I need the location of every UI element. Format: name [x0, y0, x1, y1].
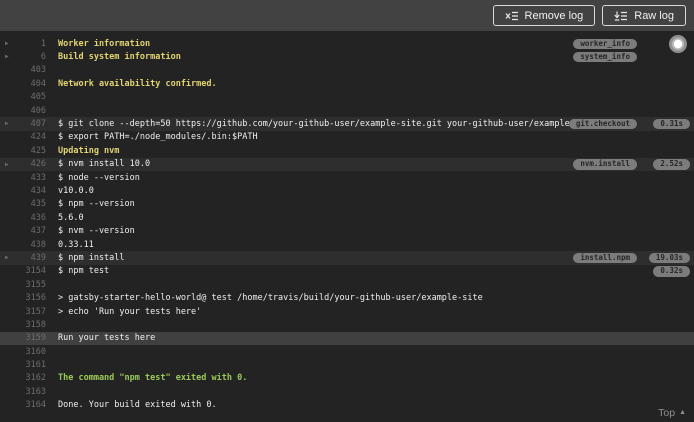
fold-arrow-icon[interactable]: ▶: [5, 251, 9, 264]
log-row: ▶ 6 Build system information system_info: [0, 50, 694, 63]
line-text: The command "npm test" exited with 0.: [58, 373, 248, 384]
line-number[interactable]: 3164: [14, 400, 46, 410]
log-row: ▶ 437 $ nvm --version: [0, 224, 694, 237]
log-row: ▶ 403: [0, 64, 694, 77]
fold-label-badge: worker_info: [573, 38, 637, 49]
log-row: ▶ 434 v10.0.0: [0, 184, 694, 197]
line-text: > gatsby-starter-hello-world@ test /home…: [58, 293, 483, 304]
line-number[interactable]: 424: [14, 132, 46, 142]
fold-label-badge: install.npm: [573, 252, 637, 264]
line-text: $ npm test: [58, 266, 110, 277]
line-number[interactable]: 435: [14, 199, 46, 209]
log-row: ▶ 436 5.6.0: [0, 211, 694, 224]
x-list-icon: [505, 11, 519, 21]
line-number[interactable]: 407: [14, 119, 46, 129]
line-number[interactable]: 3154: [14, 266, 46, 276]
chevron-up-icon: ▲: [679, 409, 686, 416]
line-number[interactable]: 3160: [14, 347, 46, 357]
raw-log-label: Raw log: [634, 9, 674, 22]
line-number[interactable]: 3158: [14, 320, 46, 330]
line-text: Network availability confirmed.: [58, 78, 217, 89]
log-row: ▶ 3158: [0, 318, 694, 331]
log-row: ▶ 3155: [0, 278, 694, 291]
line-number[interactable]: 426: [14, 159, 46, 169]
remove-log-button[interactable]: Remove log: [492, 5, 596, 26]
scroll-to-top-link[interactable]: Top ▲: [658, 407, 686, 419]
log-toolbar: Remove log Raw log: [0, 0, 694, 31]
line-number[interactable]: 406: [14, 106, 46, 116]
line-number[interactable]: 403: [14, 65, 46, 75]
log-row: ▶ 3156 > gatsby-starter-hello-world@ tes…: [0, 291, 694, 304]
line-number[interactable]: 439: [14, 253, 46, 263]
log-row: ▶ 3161: [0, 358, 694, 371]
line-text: Done. Your build exited with 0.: [58, 400, 217, 411]
fold-arrow-icon[interactable]: ▶: [5, 158, 9, 171]
duration-badge: 19.03s: [648, 252, 690, 264]
line-text: 0.33.11: [58, 239, 94, 250]
line-number[interactable]: 433: [14, 173, 46, 183]
line-number[interactable]: 3159: [14, 333, 46, 343]
duration-badge: 0.32s: [653, 266, 690, 277]
line-text: v10.0.0: [58, 185, 94, 196]
fold-label-badge: nvm.install: [573, 159, 637, 170]
log-rows: ▶ 1 Worker information worker_info ▶ 6 B…: [0, 37, 694, 412]
log-row: ▶ 1 Worker information worker_info: [0, 37, 694, 50]
line-number[interactable]: 405: [14, 92, 46, 102]
line-number[interactable]: 3163: [14, 387, 46, 397]
line-text: Updating nvm: [58, 145, 120, 156]
log-row: ▶ 3164 Done. Your build exited with 0.: [0, 399, 694, 412]
line-number[interactable]: 438: [14, 240, 46, 250]
line-number[interactable]: 436: [14, 213, 46, 223]
line-number[interactable]: 434: [14, 186, 46, 196]
log-row: ▶ 425 Updating nvm: [0, 144, 694, 157]
log-row: ▶ 3160: [0, 345, 694, 358]
download-list-icon: [614, 11, 628, 21]
build-log: ▶ 1 Worker information worker_info ▶ 6 B…: [0, 31, 694, 422]
log-row: ▶ 3159 Run your tests here: [0, 331, 694, 345]
fold-arrow-icon[interactable]: ▶: [5, 117, 9, 130]
line-number[interactable]: 3156: [14, 293, 46, 303]
log-row: ▶ 407 $ git clone --depth=50 https://git…: [0, 117, 694, 131]
line-number[interactable]: 425: [14, 146, 46, 156]
fold-label-badge: system_info: [573, 51, 637, 63]
log-row: ▶ 435 $ npm --version: [0, 198, 694, 211]
log-row: ▶ 424 $ export PATH=./node_modules/.bin:…: [0, 131, 694, 144]
line-text: $ npm --version: [58, 199, 135, 210]
line-number[interactable]: 6: [14, 52, 46, 62]
line-number[interactable]: 3161: [14, 360, 46, 370]
fold-label-badge: git.checkout: [568, 118, 637, 130]
log-row: ▶ 3157 > echo 'Run your tests here': [0, 305, 694, 318]
log-row: ▶ 3154 $ npm test 0.32s: [0, 265, 694, 278]
log-row: ▶ 433 $ node --version: [0, 171, 694, 184]
line-number[interactable]: 3157: [14, 307, 46, 317]
remove-log-label: Remove log: [524, 9, 584, 22]
log-row: ▶ 3162 The command "npm test" exited wit…: [0, 372, 694, 385]
line-text: $ export PATH=./node_modules/.bin:$PATH: [58, 132, 258, 143]
log-row: ▶ 439 $ npm install install.npm 19.03s: [0, 251, 694, 265]
line-number[interactable]: 1: [14, 39, 46, 49]
log-row: ▶ 406: [0, 104, 694, 117]
line-number[interactable]: 437: [14, 226, 46, 236]
top-link-label: Top: [658, 407, 676, 419]
line-number[interactable]: 404: [14, 79, 46, 89]
log-row: ▶ 438 0.33.11: [0, 238, 694, 251]
log-row: ▶ 426 $ nvm install 10.0 nvm.install 2.5…: [0, 157, 694, 171]
log-row: ▶ 404 Network availability confirmed.: [0, 77, 694, 90]
fold-arrow-icon[interactable]: ▶: [5, 37, 9, 50]
line-number[interactable]: 3155: [14, 280, 46, 290]
line-text: $ node --version: [58, 172, 140, 183]
duration-badge: 0.31s: [653, 118, 690, 130]
duration-badge: 2.52s: [653, 159, 690, 170]
line-text: > echo 'Run your tests here': [58, 306, 202, 317]
line-number[interactable]: 3162: [14, 373, 46, 383]
log-row: ▶ 405: [0, 91, 694, 104]
line-text: $ nvm --version: [58, 226, 135, 237]
line-text: 5.6.0: [58, 212, 84, 223]
fold-arrow-icon[interactable]: ▶: [5, 50, 9, 63]
line-text: Run your tests here: [58, 333, 156, 344]
raw-log-button[interactable]: Raw log: [602, 5, 686, 26]
follow-log-button[interactable]: [669, 35, 687, 53]
log-row: ▶ 3163: [0, 385, 694, 398]
